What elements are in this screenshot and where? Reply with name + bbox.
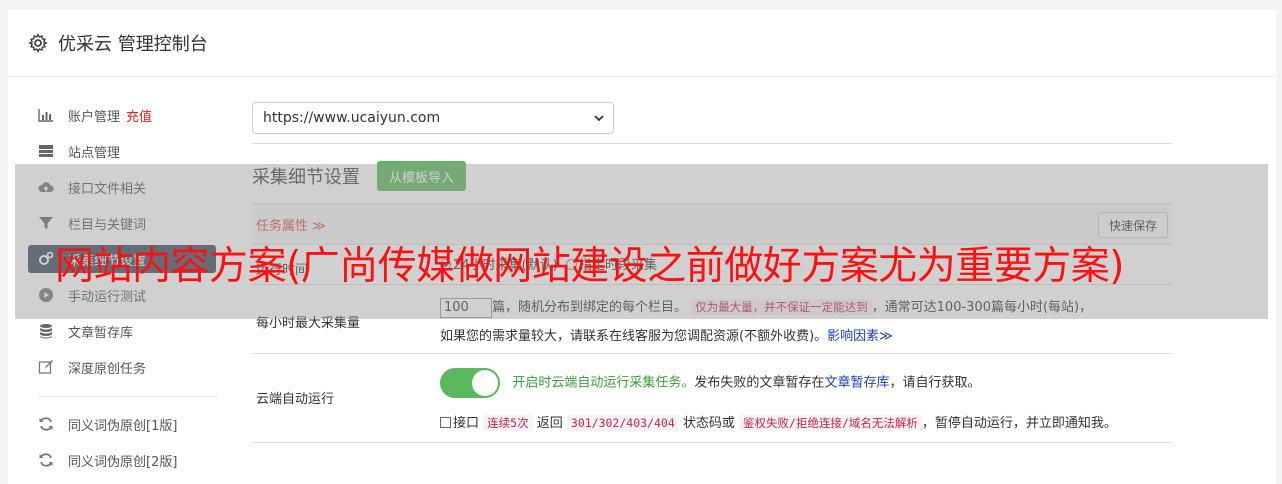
bar-chart-icon <box>38 109 53 122</box>
recharge-link[interactable]: 充值 <box>126 106 152 125</box>
auto-run-toggle[interactable] <box>440 368 500 398</box>
app-header: 优采云 管理控制台 <box>8 10 1276 77</box>
text: 状态码或 <box>682 416 735 431</box>
chevron-down-icon <box>594 115 604 122</box>
text: 开启时云端自动运行采集任务。 <box>512 375 695 391</box>
cloud-auto-run-body: 开启时云端自动运行采集任务。发布失败的文章暂存在文章暂存库，请自行获取。 接口 … <box>440 368 1170 431</box>
notify-checkbox[interactable] <box>440 417 451 428</box>
notify-line: 接口 连续5次 返回 301/302/403/404 状态码或 鉴权失败/拒绝连… <box>440 412 1170 431</box>
sidebar-divider <box>38 396 218 397</box>
server-icon <box>39 145 53 157</box>
note-code: 301/302/403/404 <box>566 415 679 431</box>
sidebar-item-deep-original[interactable]: 深度原创任务 <box>28 353 216 381</box>
sidebar-item-synonym-v1[interactable]: 同义词伪原创[1版] <box>28 410 216 438</box>
site-select-value: https://www.ucaiyun.com <box>263 110 441 126</box>
text: 发布失败的文章暂存在 <box>694 375 825 391</box>
page-title: 优采云 管理控制台 <box>58 34 208 55</box>
note-code: 鉴权失败/拒绝连接/域名无法解析 <box>739 415 922 431</box>
article-store-link[interactable]: 文章暂存库 <box>824 376 889 391</box>
table-row: 云端自动运行 开启时云端自动运行采集任务。发布失败的文章暂存在文章暂存库，请自行… <box>252 354 1172 443</box>
sidebar-item-label: 同义词伪原创[1版] <box>68 418 178 434</box>
note-code: 连续5次 <box>483 415 533 431</box>
refresh-icon <box>39 417 53 431</box>
text: ，请自行获取。 <box>889 375 981 391</box>
banner-title: 网站内容方案(广尚传媒做网站建设之前做好方案尤为重要方案) <box>55 244 1124 289</box>
edit-icon <box>38 360 53 374</box>
refresh-icon <box>39 453 53 467</box>
site-select[interactable]: https://www.ucaiyun.com <box>252 102 614 134</box>
cloud-auto-run-label: 云端自动运行 <box>256 392 335 407</box>
factors-link[interactable]: 影响因素≫ <box>827 329 893 344</box>
toggle-knob <box>472 370 498 396</box>
sidebar-item-article-store[interactable]: 文章暂存库 <box>28 317 216 345</box>
sidebar-item-label: 同义词伪原创[2版] <box>68 454 178 470</box>
gray-overlay <box>15 164 1268 319</box>
sidebar-item-sites[interactable]: 站点管理 <box>28 137 216 165</box>
sidebar-item-label: 账户管理 <box>68 109 121 125</box>
sidebar-item-label: 文章暂存库 <box>68 325 134 341</box>
sidebar-item-label: 站点管理 <box>68 145 121 161</box>
sidebar-item-account[interactable]: 账户管理 充值 <box>28 101 216 129</box>
sidebar-item-label: 深度原创任务 <box>68 361 147 377</box>
database-icon <box>40 324 52 339</box>
separator <box>252 143 1172 144</box>
text: 接口 <box>453 416 480 431</box>
text: ，暂停自动运行，并立即通知我。 <box>921 416 1117 431</box>
sidebar-item-synonym-v2[interactable]: 同义词伪原创[2版] <box>28 446 216 474</box>
text: 返回 <box>536 416 563 431</box>
gear-icon <box>28 33 48 53</box>
text: 如果您的需求量较大，请联系在线客服为您调配资源(不额外收费)。 <box>440 329 828 344</box>
